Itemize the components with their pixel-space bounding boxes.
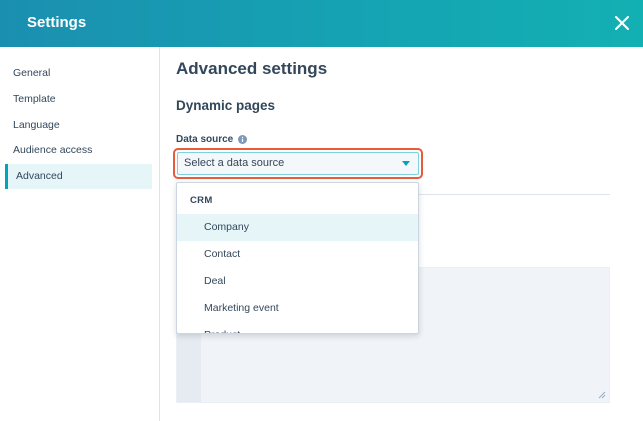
page-title: Advanced settings	[176, 59, 328, 78]
modal-title: Settings	[27, 14, 87, 31]
data-source-label-text: Data source	[176, 134, 234, 145]
data-source-dropdown: CRM Company Contact Deal Marketing event…	[176, 182, 419, 334]
section-title: Dynamic pages	[176, 98, 276, 113]
data-source-select-value: Select a data source	[184, 157, 285, 169]
settings-sidebar: General Template Language Audience acces…	[0, 47, 160, 421]
dropdown-option-marketing-event[interactable]: Marketing event	[177, 295, 418, 322]
data-source-select[interactable]: Select a data source	[177, 152, 419, 175]
close-icon	[615, 16, 629, 30]
sidebar-item-language[interactable]: Language	[5, 113, 152, 138]
sidebar-item-advanced[interactable]: Advanced	[5, 164, 152, 189]
modal-header: Settings	[0, 0, 643, 47]
dropdown-option-deal[interactable]: Deal	[177, 268, 418, 295]
resize-grip-icon[interactable]	[598, 391, 606, 399]
sidebar-item-general[interactable]: General	[5, 61, 152, 86]
dropdown-option-product[interactable]: Product	[177, 322, 418, 333]
dropdown-option-company[interactable]: Company	[177, 214, 418, 241]
close-button[interactable]	[611, 12, 633, 34]
dropdown-group-header: CRM	[190, 195, 213, 206]
sidebar-item-template[interactable]: Template	[5, 87, 152, 112]
dropdown-option-contact[interactable]: Contact	[177, 241, 418, 268]
sidebar-item-audience-access[interactable]: Audience access	[5, 138, 152, 163]
caret-down-icon	[402, 161, 410, 166]
info-icon[interactable]	[238, 135, 248, 144]
data-source-label: Data source	[176, 134, 248, 145]
